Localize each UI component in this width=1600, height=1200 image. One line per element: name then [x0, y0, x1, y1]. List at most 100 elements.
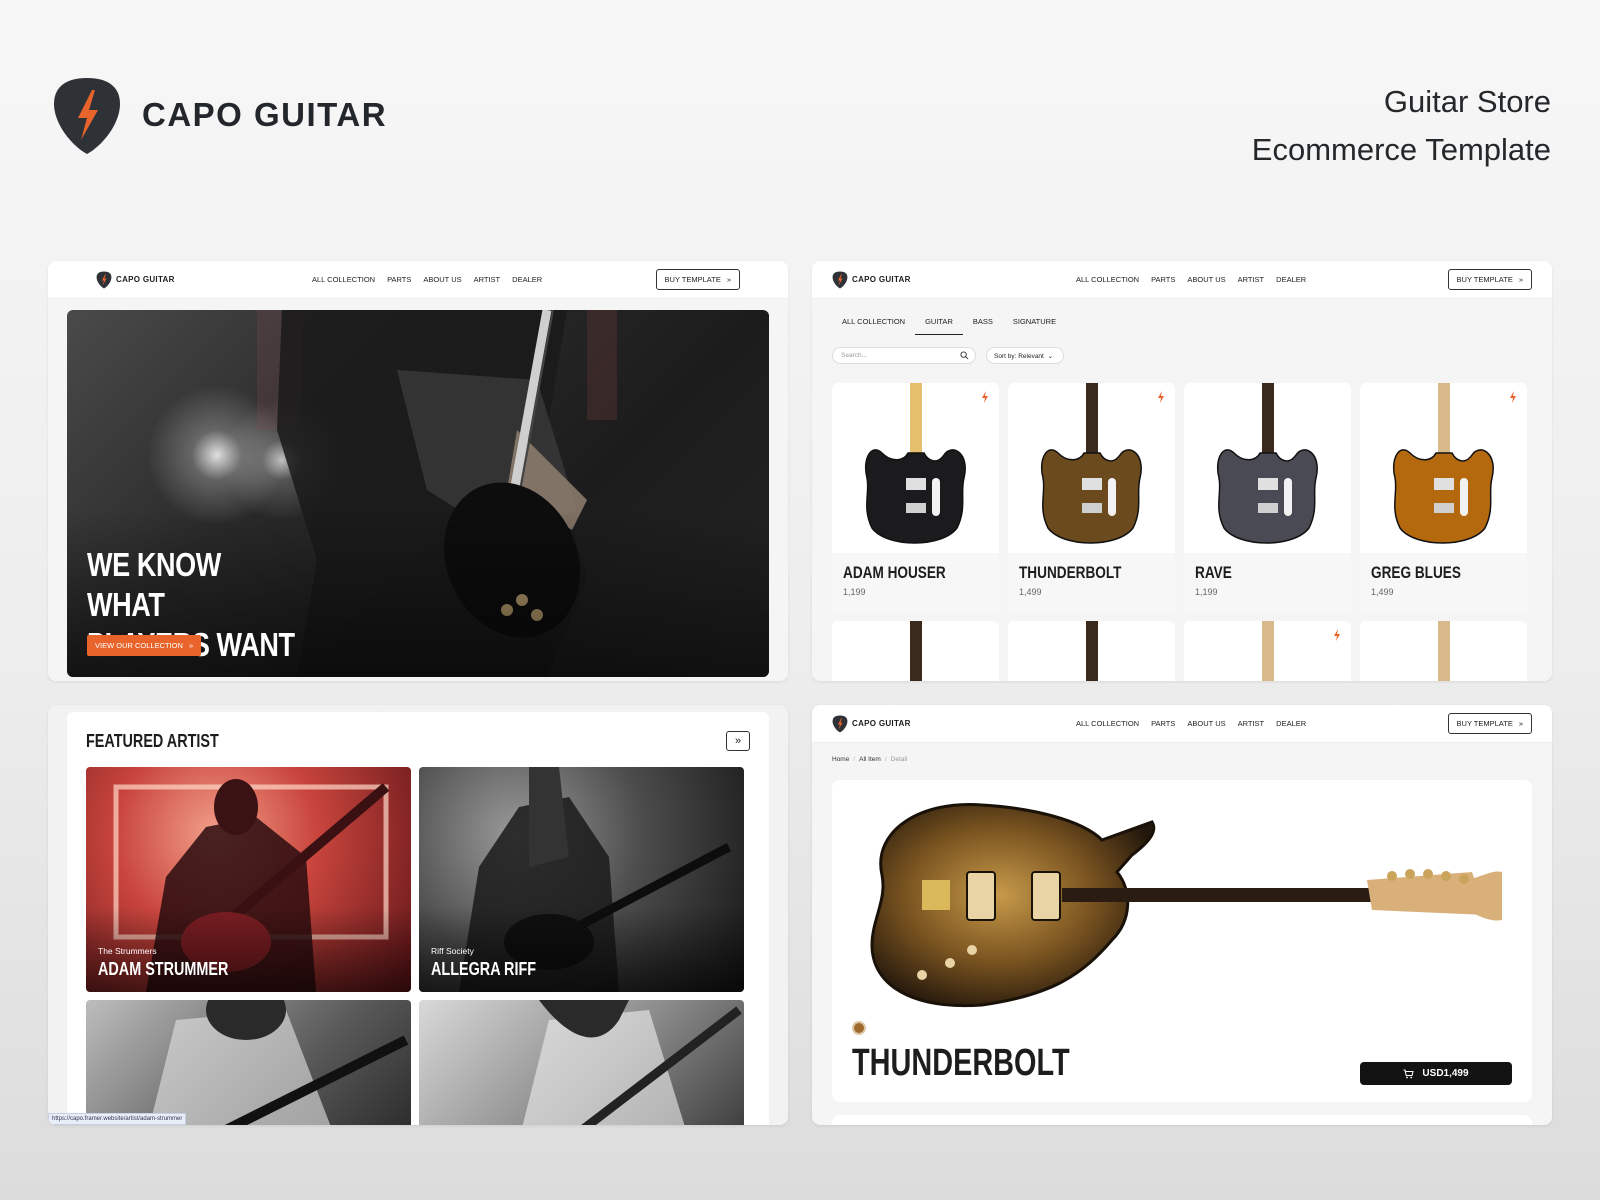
tab-signature[interactable]: SIGNATURE	[1003, 311, 1066, 335]
breadcrumb-separator: /	[884, 756, 887, 763]
buy-template-button[interactable]: BUY TEMPLATE »	[1447, 713, 1532, 734]
product-card[interactable]: THUNDERBOLT 1,499	[1008, 383, 1175, 613]
nav-brand-name: CAPO GUITAR	[116, 275, 175, 284]
nav-link-about-us[interactable]: ABOUT US	[1187, 719, 1225, 728]
nav-link-dealer[interactable]: DEALER	[1276, 719, 1306, 728]
nav-link-dealer[interactable]: DEALER	[1276, 275, 1306, 284]
buy-template-label: BUY TEMPLATE	[664, 275, 721, 284]
next-section-peek	[832, 1115, 1532, 1125]
nav-link-all-collection[interactable]: ALL COLLECTION	[1076, 719, 1139, 728]
guitar-image	[1041, 383, 1142, 544]
buy-template-button[interactable]: BUY TEMPLATE »	[655, 269, 740, 290]
product-price: 1,499	[1371, 587, 1394, 597]
artist-photo	[522, 1000, 742, 1125]
product-image-area	[1360, 621, 1527, 681]
nav-links: ALL COLLECTION PARTS ABOUT US ARTIST DEA…	[1076, 719, 1306, 728]
tab-bass[interactable]: BASS	[963, 311, 1003, 335]
nav-link-artist[interactable]: ARTIST	[1238, 275, 1265, 284]
featured-title: FEATURED ARTIST	[86, 731, 219, 751]
artist-card[interactable]	[419, 1000, 744, 1125]
product-name: THUNDERBOLT	[852, 1042, 1070, 1084]
color-swatch[interactable]	[852, 1021, 866, 1035]
product-card[interactable]	[1008, 621, 1175, 681]
home-screen-panel: CAPO GUITAR ALL COLLECTION PARTS ABOUT U…	[48, 261, 788, 681]
featured-artist-panel: FEATURED ARTIST » The Strummers ADAM STR…	[48, 705, 788, 1125]
top-nav: CAPO GUITAR ALL COLLECTION PARTS ABOUT U…	[812, 261, 1552, 299]
nav-logo[interactable]: CAPO GUITAR	[832, 714, 911, 733]
nav-brand-name: CAPO GUITAR	[852, 719, 911, 728]
sort-label: Sort by: Relevant	[994, 353, 1044, 360]
breadcrumb-all-item[interactable]: All Item	[859, 756, 881, 763]
product-card[interactable]: GREG BLUES 1,499	[1360, 383, 1527, 613]
logo-icon	[832, 714, 848, 733]
hero-banner: WE KNOW WHAT PLAYERS WANT VIEW OUR COLLE…	[67, 310, 769, 677]
product-detail-card: THUNDERBOLT USD1,499	[832, 780, 1532, 1102]
lightning-icon	[1334, 629, 1340, 641]
nav-link-parts[interactable]: PARTS	[1151, 719, 1175, 728]
collection-screen-panel: CAPO GUITAR ALL COLLECTION PARTS ABOUT U…	[812, 261, 1552, 681]
nav-logo[interactable]: CAPO GUITAR	[832, 270, 911, 289]
guitar-image	[1438, 621, 1450, 681]
view-collection-label: VIEW OUR COLLECTION	[95, 641, 183, 650]
artist-card[interactable]: The Strummers ADAM STRUMMER	[86, 767, 411, 992]
guitar-image	[1086, 621, 1098, 681]
chevron-down-icon: ⌄	[1047, 353, 1054, 360]
breadcrumb-current: Detail	[890, 756, 908, 763]
search-input[interactable]: Search...	[832, 347, 976, 364]
product-image-area	[1008, 383, 1175, 553]
featured-next-button[interactable]: »	[726, 731, 750, 751]
product-card[interactable]	[1184, 621, 1351, 681]
nav-link-dealer[interactable]: DEALER	[512, 275, 542, 284]
product-image-area	[832, 621, 999, 681]
nav-logo[interactable]: CAPO GUITAR	[96, 270, 175, 289]
brand-name: CAPO GUITAR	[142, 96, 388, 133]
tab-all-collection[interactable]: ALL COLLECTION	[832, 311, 915, 335]
product-card[interactable]: ADAM HOUSER 1,199	[832, 383, 999, 613]
artist-name: ALLEGRA RIFF	[431, 959, 537, 979]
artist-band: Riff Society	[431, 946, 474, 956]
view-collection-button[interactable]: VIEW OUR COLLECTION »	[87, 635, 202, 656]
tab-guitar[interactable]: GUITAR	[915, 311, 963, 335]
artist-name: ADAM STRUMMER	[98, 959, 229, 979]
artist-card[interactable]: Riff Society ALLEGRA RIFF	[419, 767, 744, 992]
tagline-line-2: Ecommerce Template	[1251, 132, 1551, 167]
product-image-area	[832, 383, 999, 553]
top-nav: CAPO GUITAR ALL COLLECTION PARTS ABOUT U…	[812, 705, 1552, 743]
double-chevron-right-icon: »	[188, 641, 194, 650]
nav-link-artist[interactable]: ARTIST	[474, 275, 501, 284]
logo-icon	[832, 270, 848, 289]
status-url: https://capo.framer.website/artist/adam-…	[48, 1113, 187, 1125]
nav-link-about-us[interactable]: ABOUT US	[1187, 275, 1225, 284]
tagline-line-1: Guitar Store	[1383, 84, 1551, 119]
product-card[interactable]	[1360, 621, 1527, 681]
search-placeholder: Search...	[841, 352, 868, 359]
guitar-image	[1262, 621, 1274, 681]
product-price: USD1,499	[1422, 1068, 1469, 1079]
lightning-icon	[1510, 391, 1516, 403]
double-chevron-right-icon: »	[1518, 719, 1523, 728]
product-card[interactable]: RAVE 1,199	[1184, 383, 1351, 613]
artist-card[interactable]	[86, 1000, 411, 1125]
buy-template-button[interactable]: BUY TEMPLATE »	[1447, 269, 1532, 290]
artist-photo	[149, 1000, 409, 1125]
product-info: RAVE 1,199	[1184, 553, 1351, 613]
brand-tagline: Guitar Store Ecommerce Template	[1252, 78, 1551, 174]
nav-link-parts[interactable]: PARTS	[1151, 275, 1175, 284]
guitar-image	[910, 621, 922, 681]
guitar-image	[1217, 383, 1318, 544]
nav-link-parts[interactable]: PARTS	[387, 275, 411, 284]
breadcrumb-separator: /	[853, 756, 856, 763]
nav-link-all-collection[interactable]: ALL COLLECTION	[312, 275, 375, 284]
double-chevron-right-icon: »	[726, 275, 731, 284]
breadcrumb-home[interactable]: Home	[832, 756, 849, 763]
nav-link-artist[interactable]: ARTIST	[1238, 719, 1265, 728]
nav-link-about-us[interactable]: ABOUT US	[423, 275, 461, 284]
product-name: ADAM HOUSER	[843, 563, 946, 582]
product-image-area	[1184, 621, 1351, 681]
add-to-cart-button[interactable]: USD1,499	[1360, 1062, 1512, 1085]
product-card[interactable]	[832, 621, 999, 681]
nav-link-all-collection[interactable]: ALL COLLECTION	[1076, 275, 1139, 284]
lightning-icon	[982, 391, 988, 403]
product-image	[870, 802, 1502, 1008]
sort-dropdown[interactable]: Sort by: Relevant ⌄	[986, 347, 1064, 364]
